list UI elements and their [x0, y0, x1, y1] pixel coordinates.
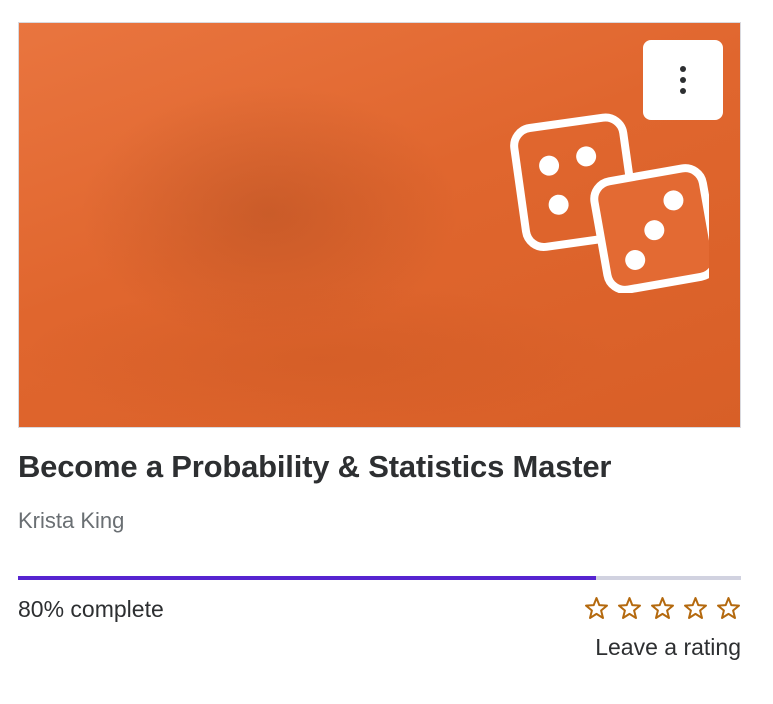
- progress-text: 80% complete: [18, 596, 164, 622]
- star-outline-icon[interactable]: [650, 596, 675, 621]
- rating-stars[interactable]: [584, 596, 741, 621]
- more-options-button[interactable]: [643, 40, 723, 120]
- star-outline-icon[interactable]: [617, 596, 642, 621]
- star-outline-icon[interactable]: [716, 596, 741, 621]
- more-vertical-icon: [680, 66, 686, 94]
- course-title[interactable]: Become a Probability & Statistics Master: [18, 449, 611, 485]
- course-thumbnail[interactable]: [18, 22, 741, 428]
- course-card[interactable]: Become a Probability & Statistics Master…: [0, 0, 773, 704]
- thumbnail-background-shade: [19, 283, 619, 427]
- leave-rating-link[interactable]: Leave a rating: [595, 634, 741, 661]
- star-outline-icon[interactable]: [683, 596, 708, 621]
- dice-icon: [510, 113, 709, 293]
- star-outline-icon[interactable]: [584, 596, 609, 621]
- instructor-name: Krista King: [18, 508, 125, 533]
- progress-bar: [18, 576, 741, 580]
- progress-bar-fill: [18, 576, 597, 580]
